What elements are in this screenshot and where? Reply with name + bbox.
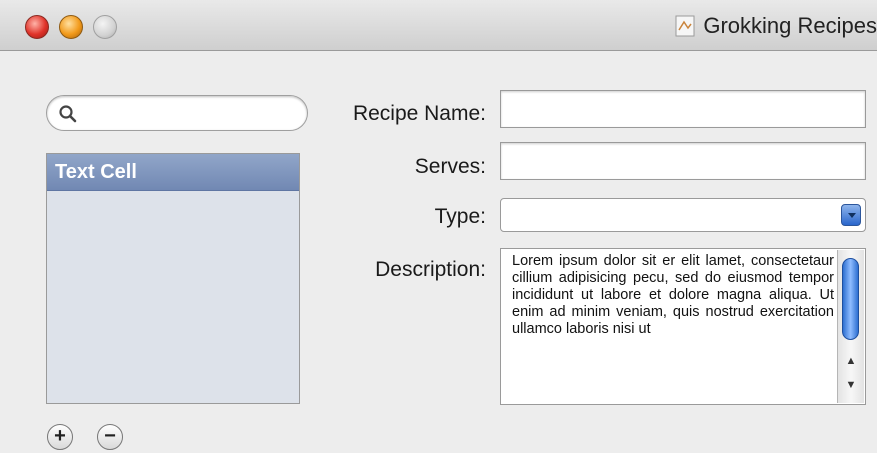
- document-icon: [675, 15, 695, 37]
- plus-icon: +: [54, 425, 66, 447]
- remove-recipe-button[interactable]: −: [97, 424, 123, 450]
- search-icon: [59, 105, 77, 123]
- scroll-knob[interactable]: [842, 258, 859, 340]
- serves-label: Serves:: [414, 155, 486, 178]
- close-window-button[interactable]: [25, 15, 49, 39]
- title-bar: Grokking Recipes: [0, 0, 877, 51]
- add-recipe-button[interactable]: +: [47, 424, 73, 450]
- window-title: Grokking Recipes: [675, 13, 877, 38]
- search-input[interactable]: [83, 101, 297, 127]
- description-scrollbar[interactable]: ▲ ▼: [837, 250, 864, 403]
- type-popup[interactable]: [500, 198, 866, 232]
- search-field[interactable]: [46, 95, 308, 131]
- minus-icon: −: [104, 425, 116, 447]
- recipe-name-field[interactable]: [500, 90, 866, 128]
- description-text-view[interactable]: Lorem ipsum dolor sit er elit lamet, con…: [500, 248, 866, 405]
- recipe-name-label: Recipe Name:: [352, 102, 486, 125]
- recipe-list[interactable]: Text Cell: [46, 153, 300, 404]
- popup-arrow-button[interactable]: [841, 204, 861, 226]
- scroll-down-icon[interactable]: ▼: [838, 374, 864, 396]
- scroll-up-icon[interactable]: ▲: [838, 350, 864, 372]
- description-label: Description:: [375, 258, 486, 281]
- zoom-window-button[interactable]: [93, 15, 117, 39]
- type-label: Type:: [434, 205, 486, 228]
- list-item[interactable]: Text Cell: [47, 154, 299, 191]
- description-text[interactable]: Lorem ipsum dolor sit er elit lamet, con…: [512, 253, 834, 403]
- list-item-label: Text Cell: [55, 161, 137, 183]
- minimize-window-button[interactable]: [59, 15, 83, 39]
- serves-field[interactable]: [500, 142, 866, 180]
- chevron-down-icon: [848, 213, 856, 218]
- window-title-text: Grokking Recipes: [703, 13, 877, 38]
